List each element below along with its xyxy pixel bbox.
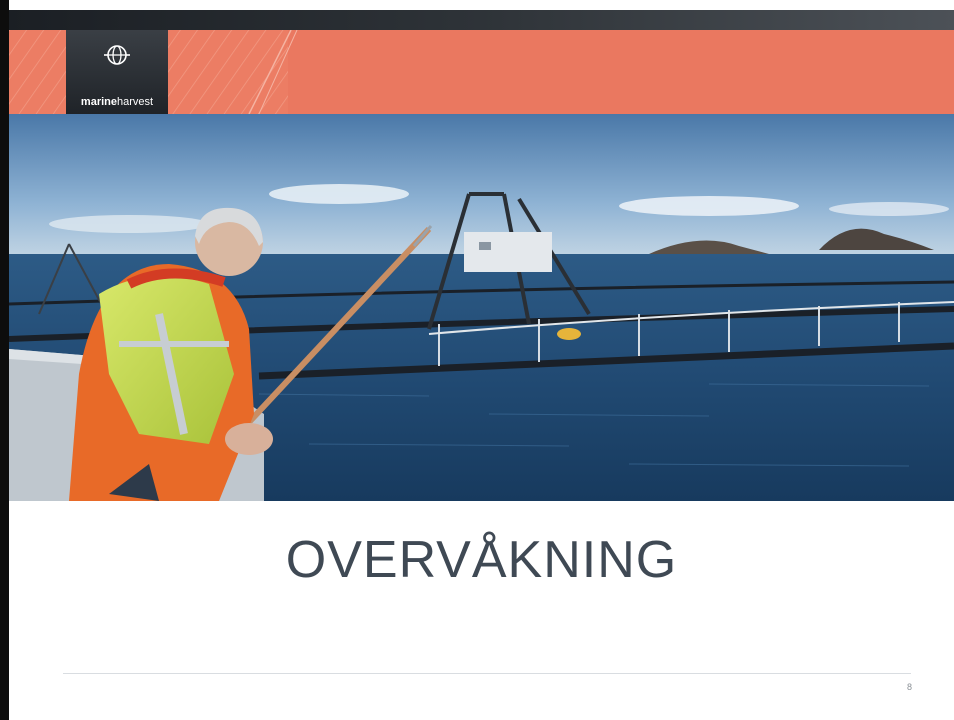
top-margin: [0, 0, 954, 10]
footer-divider: [63, 673, 911, 674]
page-number: 8: [906, 682, 912, 692]
header-dark-bar: [9, 10, 954, 30]
globe-icon: [104, 45, 130, 65]
logo-wordmark: marineharvest: [80, 96, 154, 108]
slide: marineharvest OVERVÅKNING 8: [0, 0, 954, 720]
logo: marineharvest: [66, 30, 168, 114]
fish-farm-photo: [9, 114, 954, 501]
slide-title: OVERVÅKNING: [285, 531, 678, 589]
slide-left-edge: [0, 0, 9, 720]
